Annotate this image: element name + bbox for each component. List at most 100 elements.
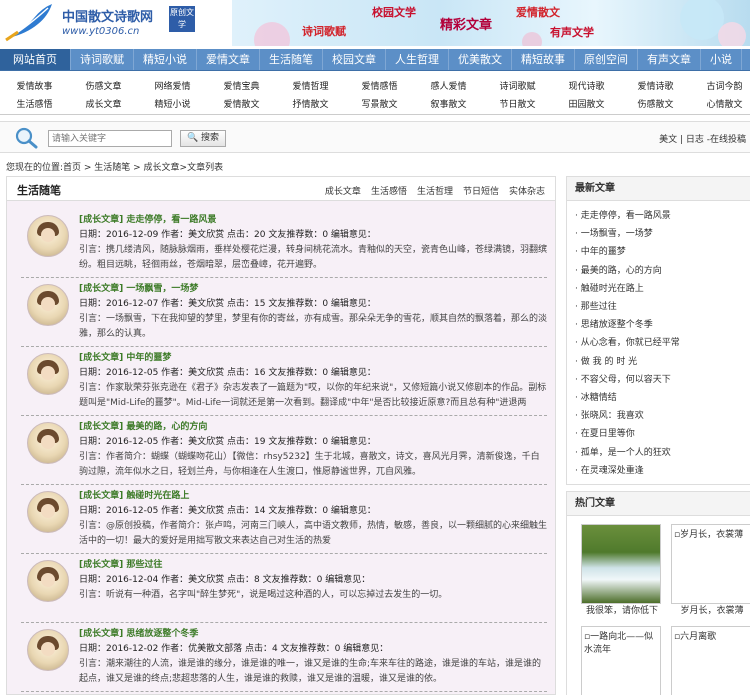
sub-nav-link[interactable]: 生活感悟 bbox=[0, 96, 69, 114]
sub-nav-link[interactable]: 伤感文章 bbox=[69, 78, 138, 96]
latest-article-title: 张晓风：我喜欢 bbox=[580, 411, 644, 422]
sub-nav-link[interactable]: 抒情散文 bbox=[276, 96, 345, 114]
sub-nav-link[interactable]: 写景散文 bbox=[345, 96, 414, 114]
main-nav: 网站首页 诗词歌赋 精短小说 爱情文章 生活随笔 校园文章 人生哲理 优美散文 精短故事 原创空间… bbox=[0, 49, 750, 71]
article-thumbnail[interactable] bbox=[27, 284, 69, 326]
sub-nav-link[interactable]: 爱情诗歌 bbox=[621, 78, 690, 96]
quill-pen-icon bbox=[5, 4, 52, 42]
top-right-links[interactable]: 美文 | 日志 -在线投稿 bbox=[659, 132, 746, 145]
hot-article-caption: 岁月长，衣裳薄 bbox=[680, 606, 744, 617]
sub-nav-link[interactable]: 伤感散文 bbox=[621, 96, 690, 114]
sub-nav-link[interactable]: 成长文章 bbox=[69, 96, 138, 114]
nav-item[interactable]: 精短小说 bbox=[134, 49, 197, 70]
latest-articles-list: · 走走停停，看一路风景 · 一场飘雪，一场梦 · 中年的噩梦 · 最美的路，心的方向… bbox=[567, 201, 750, 484]
latest-article-link[interactable]: · 不容父母，何以容天下 bbox=[575, 371, 750, 389]
sub-nav-link[interactable]: 网络爱情 bbox=[138, 78, 207, 96]
nav-item[interactable]: 爱情文章 bbox=[197, 49, 260, 70]
latest-article-link[interactable]: · 冰糖情结 bbox=[575, 389, 750, 407]
article-meta: 日期：2016-12-09 作者：美文欣赏 点击：20 文友推荐数：0 编辑意见… bbox=[79, 230, 376, 240]
sub-nav-link[interactable]: 田园散文 bbox=[552, 96, 621, 114]
sub-nav-link[interactable]: 爱情宝典 bbox=[207, 78, 276, 96]
category-tab[interactable]: 生活感悟 bbox=[371, 187, 407, 197]
latest-article-link[interactable]: · 在灵魂深处重逢 bbox=[575, 462, 750, 480]
hot-article-image-placeholder[interactable]: ▫一路向北——似水流年 bbox=[581, 626, 661, 695]
nav-item[interactable]: 精短故事 bbox=[512, 49, 575, 70]
sub-nav-link[interactable]: 感人爱情 bbox=[414, 78, 483, 96]
article-text: [成长文章] 一场飘雪，一场梦 日期：2016-12-07 作者：美文欣赏 点击：… bbox=[79, 282, 547, 342]
hot-article-image-placeholder[interactable]: ▫岁月长，衣裳薄 bbox=[671, 524, 750, 605]
sub-nav-link[interactable]: 心情散文 bbox=[690, 96, 750, 114]
article-meta: 日期：2016-12-04 作者：美文欣赏 点击：8 文友推荐数：0 编辑意见： bbox=[79, 575, 371, 585]
hot-article-card[interactable]: ▫岁月长，衣裳薄 岁月长，衣裳薄 bbox=[671, 524, 750, 618]
banner-word: 有声文学 bbox=[550, 26, 594, 39]
sub-nav-link[interactable]: 叙事散文 bbox=[414, 96, 483, 114]
latest-article-link[interactable]: · 在夏日里等你 bbox=[575, 425, 750, 443]
article-title[interactable]: [成长文章] 那些过往 bbox=[79, 558, 547, 573]
hot-article-image-alt: 六月离歌 bbox=[680, 632, 717, 643]
article-title[interactable]: [成长文章] 走走停停，看一路风景 bbox=[79, 213, 547, 228]
category-tab[interactable]: 成长文章 bbox=[325, 187, 361, 197]
article-item: [成长文章] 走走停停，看一路风景日期：2016-12-09 作者：美文欣赏 点… bbox=[21, 210, 547, 278]
breadcrumb[interactable]: 您现在的位置:首页 > 生活随笔 > 成长文章>文章列表 bbox=[6, 160, 223, 173]
waterfall-photo[interactable] bbox=[581, 524, 661, 605]
article-title[interactable]: [成长文章] 触碰时光在路上 bbox=[79, 489, 547, 504]
article-thumbnail[interactable] bbox=[27, 491, 69, 533]
nav-item[interactable]: 网站首页 bbox=[0, 49, 71, 70]
nav-item[interactable]: 优美散文 bbox=[449, 49, 512, 70]
latest-article-link[interactable]: · 走走停停，看一路风景 bbox=[575, 207, 750, 225]
article-thumbnail[interactable] bbox=[27, 422, 69, 464]
avatar-face bbox=[41, 435, 55, 449]
latest-article-link[interactable]: · 思绪放逐整个冬季 bbox=[575, 316, 750, 334]
article-item: [成长文章] 思绪放逐整个冬季日期：2016-12-02 作者：优美散文部落 点… bbox=[21, 624, 547, 692]
article-thumbnail[interactable] bbox=[27, 560, 69, 602]
nav-item[interactable]: 校园文章 bbox=[323, 49, 386, 70]
latest-article-link[interactable]: · 从心念看，你就已经平常 bbox=[575, 334, 750, 352]
article-text: [成长文章] 触碰时光在路上 日期：2016-12-05 作者：美文欣赏 点击：1… bbox=[79, 489, 547, 549]
category-tab[interactable]: 生活哲理 bbox=[417, 187, 453, 197]
article-item: [成长文章] 一场飘雪，一场梦 日期：2016-12-07 作者：美文欣赏 点击：… bbox=[21, 279, 547, 347]
article-thumbnail[interactable] bbox=[27, 629, 69, 671]
article-title[interactable]: [成长文章] 思绪放逐整个冬季 bbox=[79, 627, 547, 642]
sub-nav-link[interactable]: 古词今韵 bbox=[690, 78, 750, 96]
article-thumbnail[interactable] bbox=[27, 353, 69, 395]
sub-nav-link[interactable]: 爱情故事 bbox=[0, 78, 69, 96]
sub-nav-link[interactable]: 节日散文 bbox=[483, 96, 552, 114]
sub-nav-link[interactable]: 诗词歌赋 bbox=[483, 78, 552, 96]
hot-article-card[interactable]: 我很笨，请你低下 bbox=[581, 524, 663, 618]
sub-nav-link[interactable]: 爱情感悟 bbox=[345, 78, 414, 96]
article-title[interactable]: [成长文章] 一场飘雪，一场梦 bbox=[79, 282, 547, 297]
latest-article-title: 触碰时光在路上 bbox=[580, 283, 644, 294]
nav-item[interactable]: 小说 bbox=[701, 49, 742, 70]
hot-article-card[interactable]: ▫六月离歌六月离歌 bbox=[671, 626, 750, 695]
category-tab[interactable]: 实体杂志 bbox=[509, 187, 545, 197]
latest-article-link[interactable]: · 做 我 的 时 光 bbox=[575, 353, 750, 371]
latest-article-title: 孤单，是一个人的狂欢 bbox=[580, 447, 671, 458]
nav-item[interactable]: 有声文章 bbox=[638, 49, 701, 70]
sub-nav-link[interactable]: 精短小说 bbox=[138, 96, 207, 114]
sub-nav-link[interactable]: 爱情哲理 bbox=[276, 78, 345, 96]
search-input[interactable] bbox=[48, 130, 172, 147]
latest-article-link[interactable]: · 最美的路，心的方向 bbox=[575, 262, 750, 280]
latest-articles-title: 最新文章 bbox=[567, 177, 750, 201]
nav-item[interactable]: 原创空间 bbox=[575, 49, 638, 70]
hot-article-card[interactable]: ▫一路向北——似水流年一路向北——似水 bbox=[581, 626, 663, 695]
hot-article-image-placeholder[interactable]: ▫六月离歌 bbox=[671, 626, 750, 695]
nav-item[interactable]: 人生哲理 bbox=[386, 49, 449, 70]
latest-article-link[interactable]: · 中年的噩梦 bbox=[575, 243, 750, 261]
article-thumbnail[interactable] bbox=[27, 215, 69, 257]
nav-item[interactable]: 诗词歌赋 bbox=[71, 49, 134, 70]
site-logo[interactable]: 中国散文诗歌网 原创文学 www.yt0306.cn bbox=[4, 2, 195, 44]
latest-article-link[interactable]: · 一场飘雪，一场梦 bbox=[575, 225, 750, 243]
latest-article-link[interactable]: · 那些过往 bbox=[575, 298, 750, 316]
search-button[interactable]: 🔍 搜索 bbox=[180, 130, 226, 147]
sub-nav-link[interactable]: 现代诗歌 bbox=[552, 78, 621, 96]
sub-nav-link[interactable]: 爱情散文 bbox=[207, 96, 276, 114]
latest-article-link[interactable]: · 张晓风：我喜欢 bbox=[575, 407, 750, 425]
article-title[interactable]: [成长文章] 中年的噩梦 bbox=[79, 351, 547, 366]
nav-item[interactable]: 生活随笔 bbox=[260, 49, 323, 70]
latest-article-link[interactable]: · 孤单，是一个人的狂欢 bbox=[575, 444, 750, 462]
article-title[interactable]: [成长文章] 最美的路，心的方向 bbox=[79, 420, 547, 435]
latest-article-link[interactable]: · 触碰时光在路上 bbox=[575, 280, 750, 298]
article-meta: 日期：2016-12-02 作者：优美散文部落 点击：4 文友推荐数：0 编辑意… bbox=[79, 644, 389, 654]
category-tab[interactable]: 节日短信 bbox=[463, 187, 499, 197]
